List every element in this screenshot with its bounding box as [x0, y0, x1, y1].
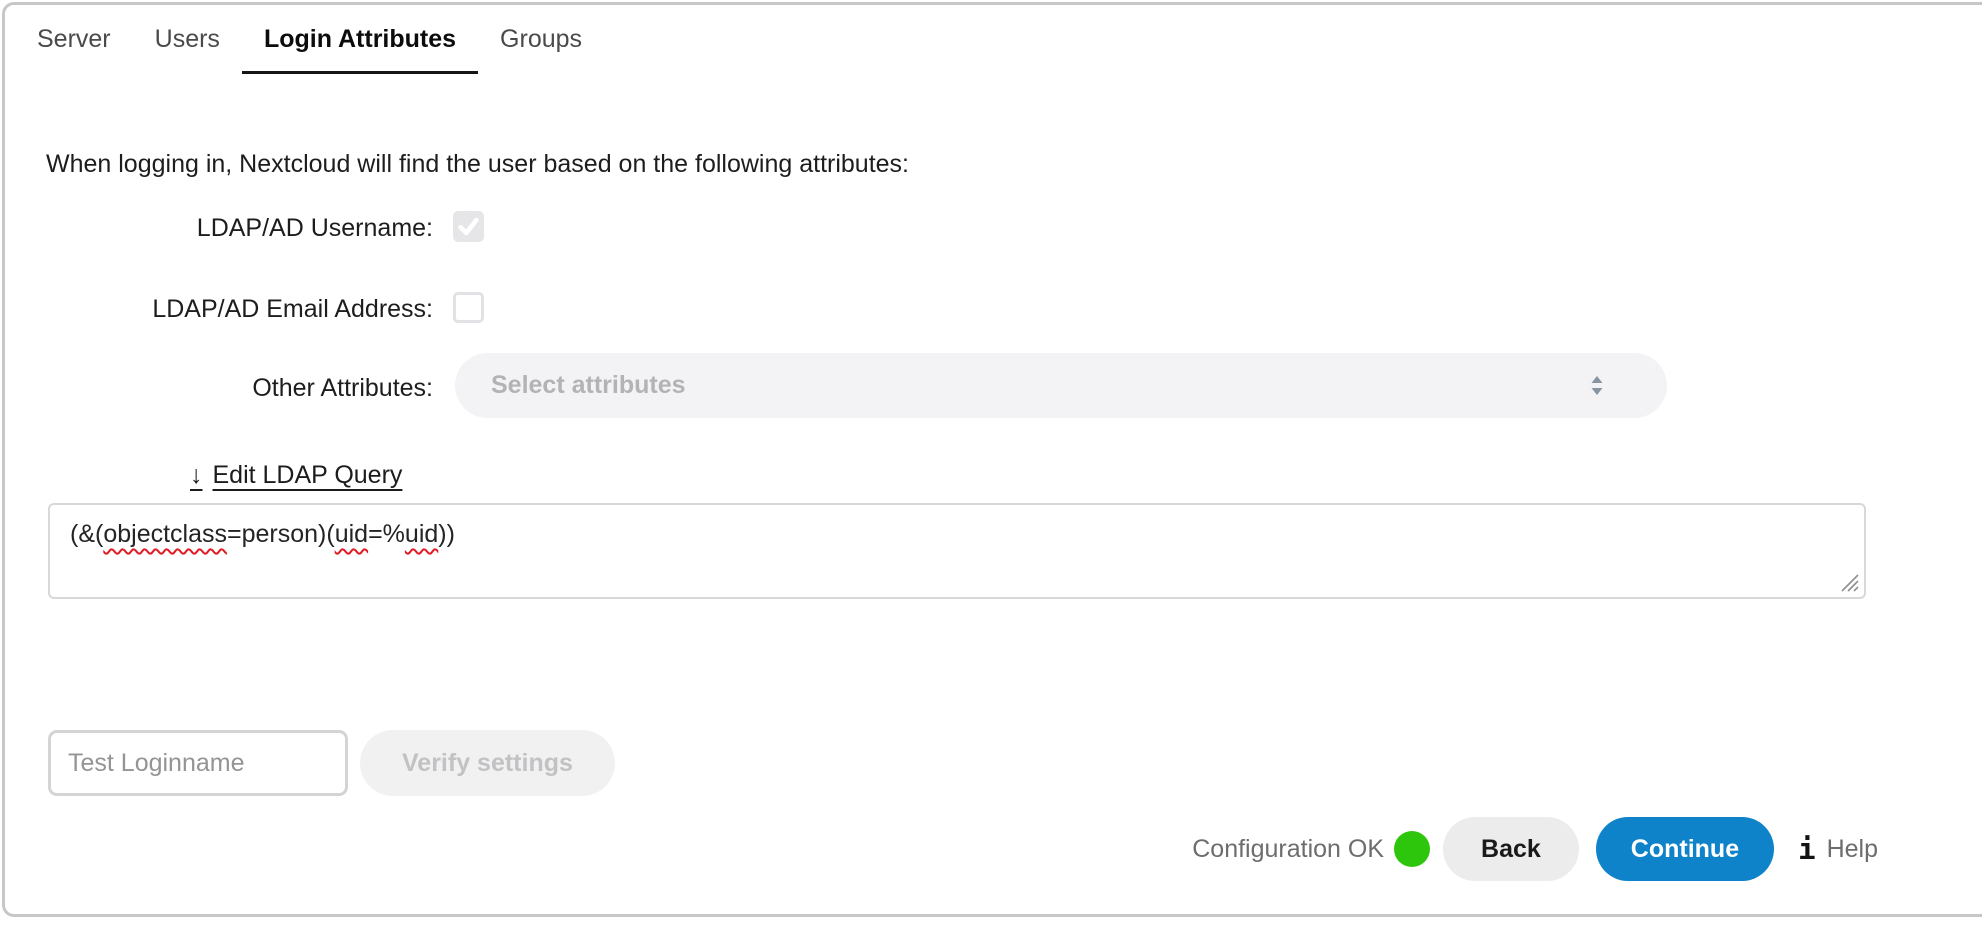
username-checkbox[interactable] [453, 211, 484, 242]
other-attributes-select[interactable]: Select attributes [455, 353, 1667, 418]
intro-text: When logging in, Nextcloud will find the… [46, 150, 909, 179]
continue-button[interactable]: Continue [1596, 817, 1774, 881]
ldap-query-text: (&(objectclass=person)(uid=%uid)) [70, 520, 455, 549]
help-label: Help [1827, 835, 1878, 864]
info-icon: i [1798, 832, 1815, 866]
test-loginname-input[interactable] [48, 730, 348, 796]
verify-settings-button[interactable]: Verify settings [360, 730, 615, 796]
edit-ldap-query-label: Edit LDAP Query [213, 461, 403, 489]
email-label: LDAP/AD Email Address: [0, 295, 433, 324]
edit-ldap-query-link[interactable]: ↓ Edit LDAP Query [190, 461, 402, 490]
status-ok-indicator [1394, 831, 1430, 867]
back-button[interactable]: Back [1443, 817, 1579, 881]
sort-arrows-icon [1589, 375, 1605, 396]
down-arrow-icon: ↓ [190, 461, 203, 489]
query-word-uid: uid [335, 520, 368, 548]
query-part: )) [438, 520, 455, 548]
other-attributes-label: Other Attributes: [0, 374, 433, 403]
ldap-query-textarea[interactable]: (&(objectclass=person)(uid=%uid)) [48, 503, 1866, 599]
textarea-resize-handle[interactable] [1838, 571, 1860, 593]
tab-server[interactable]: Server [15, 25, 133, 74]
help-link[interactable]: i Help [1798, 832, 1878, 866]
query-part: (&( [70, 520, 103, 548]
tab-bar: Server Users Login Attributes Groups [15, 25, 604, 74]
query-word-uid: uid [405, 520, 438, 548]
tab-groups[interactable]: Groups [478, 25, 604, 74]
email-checkbox[interactable] [453, 292, 484, 323]
select-placeholder: Select attributes [491, 353, 686, 418]
username-label: LDAP/AD Username: [0, 214, 433, 243]
tab-users[interactable]: Users [133, 25, 242, 74]
configuration-status-label: Configuration OK [1192, 835, 1384, 864]
checkmark-icon [457, 215, 480, 238]
query-part: =person)( [227, 520, 335, 548]
wizard-footer: Configuration OK Back Continue i Help [1192, 815, 1878, 883]
query-word-objectclass: objectclass [103, 520, 227, 548]
tab-login-attributes[interactable]: Login Attributes [242, 25, 478, 74]
ldap-wizard: Server Users Login Attributes Groups Whe… [0, 0, 1982, 934]
query-part: =% [368, 520, 405, 548]
